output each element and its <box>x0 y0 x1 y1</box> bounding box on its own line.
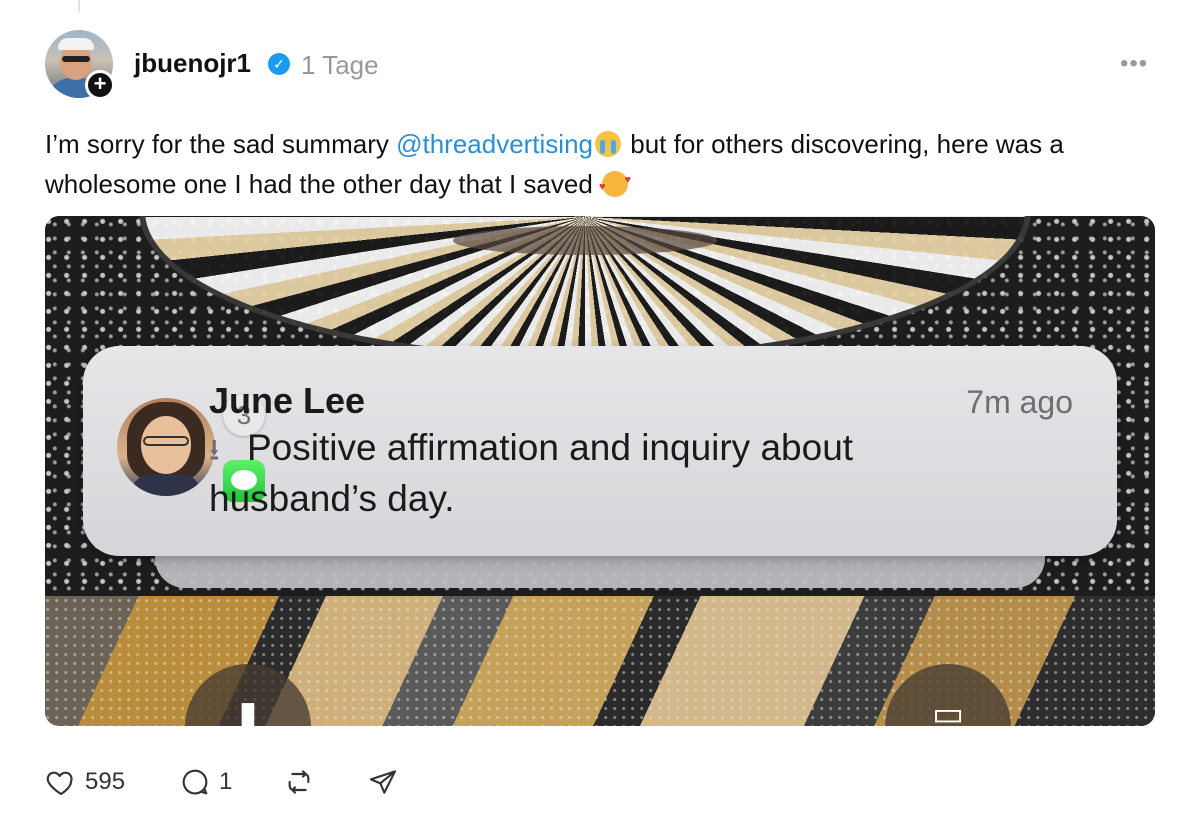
verified-icon: ✓ <box>268 53 290 75</box>
repost-button[interactable] <box>283 764 315 800</box>
contact-avatar <box>117 398 215 496</box>
notification-stack <box>155 556 1045 588</box>
comment-button[interactable]: 1 <box>179 764 232 800</box>
repost-icon <box>288 770 310 794</box>
post-image[interactable]: 3 June Lee 7m ago ⭳ Positive affirmation … <box>45 216 1155 726</box>
mention-link[interactable]: @threadvertising <box>396 129 593 159</box>
summary-icon: ⭳ <box>209 434 220 467</box>
send-icon <box>369 770 397 794</box>
loudly-crying-face-icon <box>595 131 622 157</box>
notification-sender: June Lee <box>209 380 366 421</box>
follow-plus-icon[interactable]: + <box>85 70 115 100</box>
like-button[interactable]: 595 <box>45 764 125 800</box>
username[interactable]: jbuenojr1 <box>134 48 251 79</box>
flashlight-icon: ▮ <box>238 695 258 726</box>
heart-icon <box>46 771 73 796</box>
post-text: I’m sorry for the sad summary @threadver… <box>45 124 1155 207</box>
author-avatar[interactable]: + <box>45 30 115 100</box>
smiling-face-with-hearts-icon <box>599 160 631 207</box>
like-count: 595 <box>85 768 126 795</box>
notification-summary: ⭳ Positive affirmation and inquiry about … <box>209 424 969 523</box>
comment-count: 1 <box>219 768 233 795</box>
thread-line <box>78 0 80 12</box>
camera-icon: ▭ <box>931 695 965 726</box>
notification-body-text: Positive affirmation and inquiry about h… <box>209 427 854 519</box>
share-button[interactable] <box>367 764 399 800</box>
post-text-start: I’m sorry for the sad summary <box>45 129 397 159</box>
notification-time: 7m ago <box>966 384 1073 420</box>
comment-icon <box>182 769 208 795</box>
post-timestamp: 1 Tage <box>301 50 379 80</box>
mosaic-floor <box>145 216 1025 356</box>
more-options-icon[interactable]: ••• <box>1120 50 1148 78</box>
